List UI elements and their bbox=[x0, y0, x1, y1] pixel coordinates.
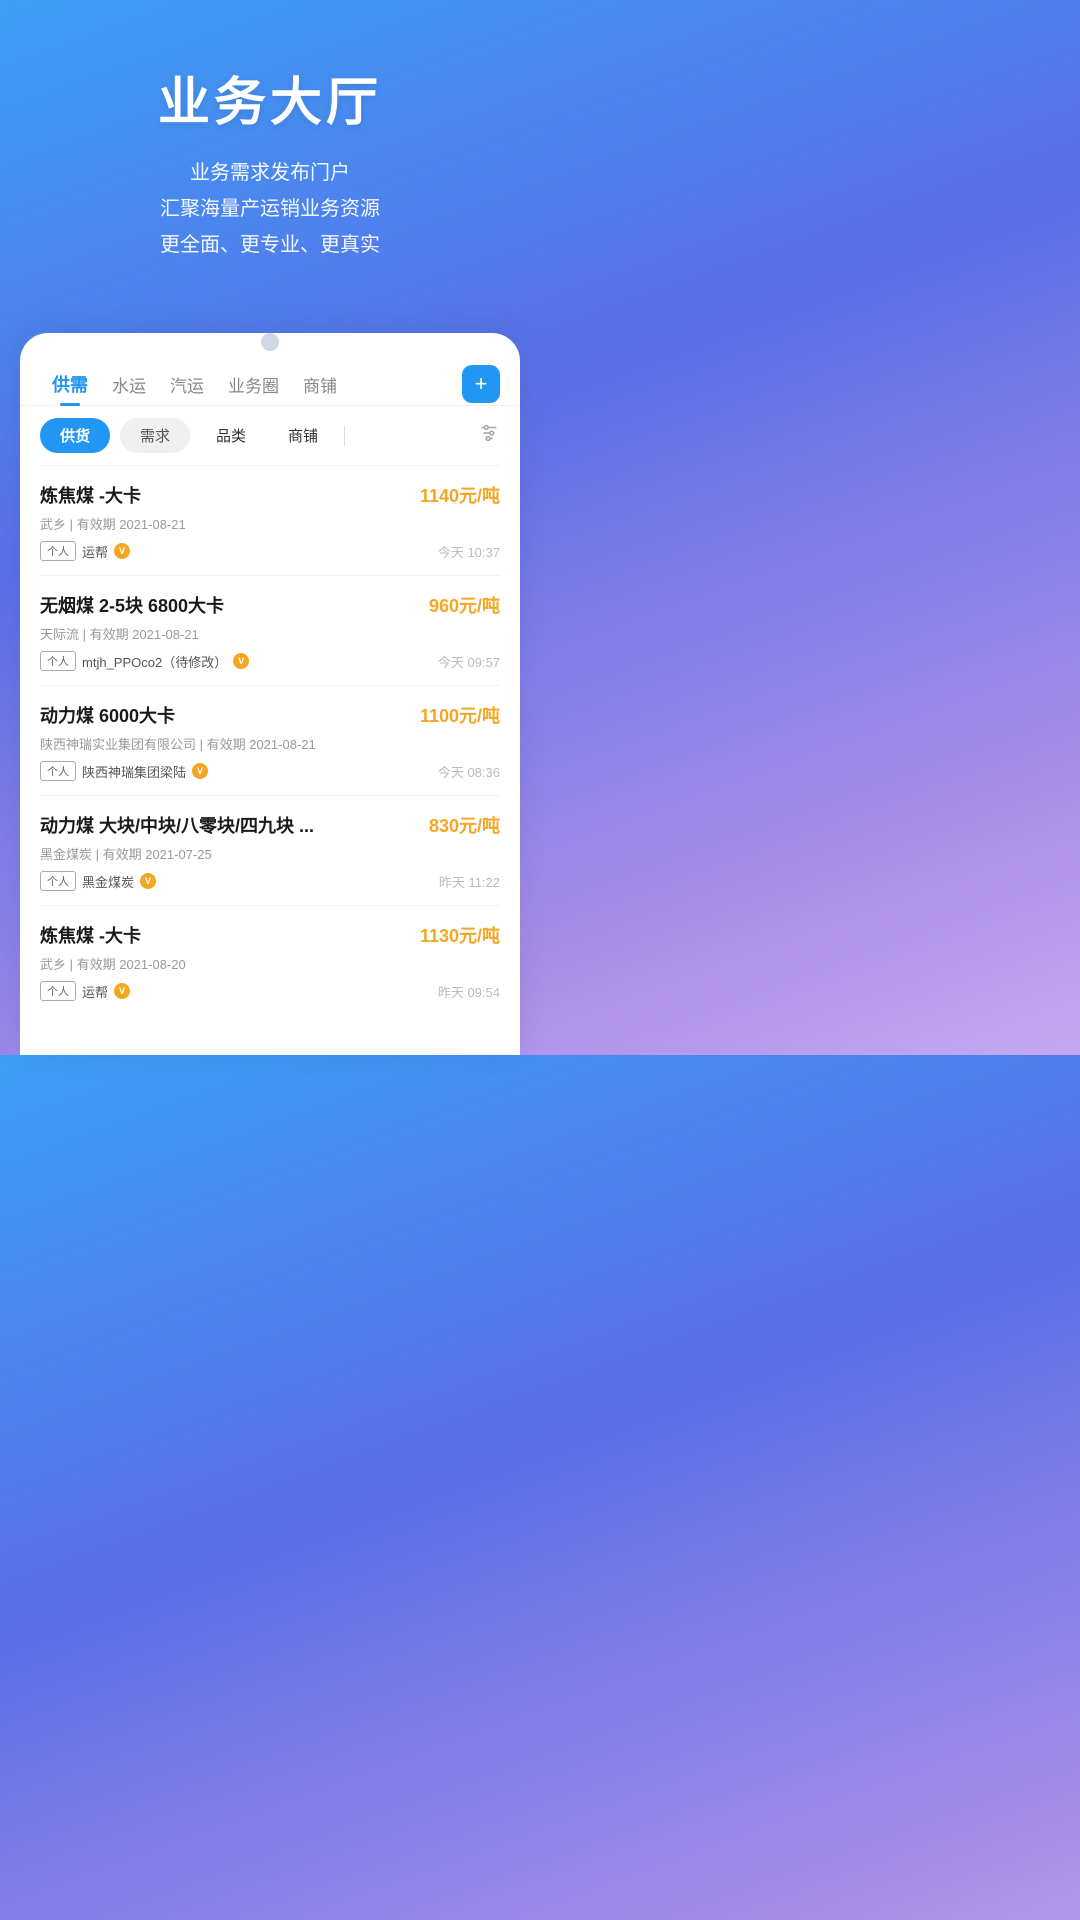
item-tag-2: 个人 bbox=[40, 761, 76, 781]
verified-badge-3: V bbox=[140, 873, 156, 889]
item-price-4: 1130元/吨 bbox=[420, 922, 500, 948]
item-user-2: 陕西神瑞集团梁陆 bbox=[82, 762, 186, 781]
item-user-1: mtjh_PPOco2（待修改） bbox=[82, 652, 227, 671]
item-meta-0: 武乡 | 有效期 2021-08-21 bbox=[40, 514, 500, 533]
item-user-4: 运帮 bbox=[82, 982, 108, 1001]
item-user-3: 黑金煤炭 bbox=[82, 872, 134, 891]
item-meta-1: 天际流 | 有效期 2021-08-21 bbox=[40, 624, 500, 643]
tab-water-transport[interactable]: 水运 bbox=[100, 364, 158, 405]
item-time-0: 今天 10:37 bbox=[438, 542, 500, 561]
item-price-0: 1140元/吨 bbox=[420, 482, 500, 508]
filter-icon[interactable] bbox=[478, 422, 500, 450]
item-title-1: 无烟煤 2-5块 6800大卡 bbox=[40, 592, 224, 618]
item-title-4: 炼焦煤 -大卡 bbox=[40, 922, 141, 948]
verified-badge-1: V bbox=[233, 653, 249, 669]
item-price-3: 830元/吨 bbox=[429, 812, 500, 838]
item-tag-4: 个人 bbox=[40, 981, 76, 1001]
filter-row: 供货 需求 品类 商铺 bbox=[20, 406, 520, 465]
verified-badge-2: V bbox=[192, 763, 208, 779]
item-time-1: 今天 09:57 bbox=[438, 652, 500, 671]
listing-item-2[interactable]: 动力煤 6000大卡 1100元/吨 陕西神瑞实业集团有限公司 | 有效期 20… bbox=[20, 686, 520, 795]
verified-badge-0: V bbox=[114, 543, 130, 559]
filter-supply-btn[interactable]: 供货 bbox=[40, 418, 110, 453]
listing-item-3[interactable]: 动力煤 大块/中块/八零块/四九块 ... 830元/吨 黑金煤炭 | 有效期 … bbox=[20, 796, 520, 905]
main-card: 供需 水运 汽运 业务圈 商铺 + 供货 需求 品类 商铺 炼焦煤 -大卡 bbox=[20, 333, 520, 1055]
item-tag-0: 个人 bbox=[40, 541, 76, 561]
item-time-4: 昨天 09:54 bbox=[438, 982, 500, 1001]
item-price-1: 960元/吨 bbox=[429, 592, 500, 618]
camera-dot bbox=[261, 333, 279, 351]
item-meta-4: 武乡 | 有效期 2021-08-20 bbox=[40, 954, 500, 973]
verified-badge-4: V bbox=[114, 983, 130, 999]
item-title-3: 动力煤 大块/中块/八零块/四九块 ... bbox=[40, 812, 314, 838]
tab-business-circle[interactable]: 业务圈 bbox=[216, 364, 291, 405]
tab-shop[interactable]: 商铺 bbox=[291, 364, 349, 405]
filter-shop-btn[interactable]: 商铺 bbox=[272, 419, 334, 452]
item-title-0: 炼焦煤 -大卡 bbox=[40, 482, 141, 508]
item-time-2: 今天 08:36 bbox=[438, 762, 500, 781]
header-section: 业务大厅 业务需求发布门户 汇聚海量产运销业务资源 更全面、更专业、更真实 bbox=[0, 0, 540, 303]
tab-road-transport[interactable]: 汽运 bbox=[158, 364, 216, 405]
listing-item-1[interactable]: 无烟煤 2-5块 6800大卡 960元/吨 天际流 | 有效期 2021-08… bbox=[20, 576, 520, 685]
page-title: 业务大厅 bbox=[40, 60, 500, 135]
tab-supply-demand[interactable]: 供需 bbox=[40, 363, 100, 405]
filter-divider bbox=[344, 426, 345, 446]
item-tag-3: 个人 bbox=[40, 871, 76, 891]
subtitle-line-3: 更全面、更专业、更真实 bbox=[40, 227, 500, 263]
item-price-2: 1100元/吨 bbox=[420, 702, 500, 728]
item-meta-2: 陕西神瑞实业集团有限公司 | 有效期 2021-08-21 bbox=[40, 734, 500, 753]
item-user-0: 运帮 bbox=[82, 542, 108, 561]
filter-category-btn[interactable]: 品类 bbox=[200, 419, 262, 452]
add-button[interactable]: + bbox=[462, 365, 500, 403]
listing-item-4[interactable]: 炼焦煤 -大卡 1130元/吨 武乡 | 有效期 2021-08-20 个人 运… bbox=[20, 906, 520, 1015]
subtitle-line-1: 业务需求发布门户 bbox=[40, 155, 500, 191]
item-time-3: 昨天 11:22 bbox=[439, 872, 500, 891]
item-title-2: 动力煤 6000大卡 bbox=[40, 702, 175, 728]
item-tag-1: 个人 bbox=[40, 651, 76, 671]
subtitle-line-2: 汇聚海量产运销业务资源 bbox=[40, 191, 500, 227]
nav-tabs: 供需 水运 汽运 业务圈 商铺 + bbox=[20, 351, 520, 406]
filter-demand-btn[interactable]: 需求 bbox=[120, 418, 190, 453]
item-meta-3: 黑金煤炭 | 有效期 2021-07-25 bbox=[40, 844, 500, 863]
listing-item-0[interactable]: 炼焦煤 -大卡 1140元/吨 武乡 | 有效期 2021-08-21 个人 运… bbox=[20, 466, 520, 575]
header-subtitle: 业务需求发布门户 汇聚海量产运销业务资源 更全面、更专业、更真实 bbox=[40, 155, 500, 263]
